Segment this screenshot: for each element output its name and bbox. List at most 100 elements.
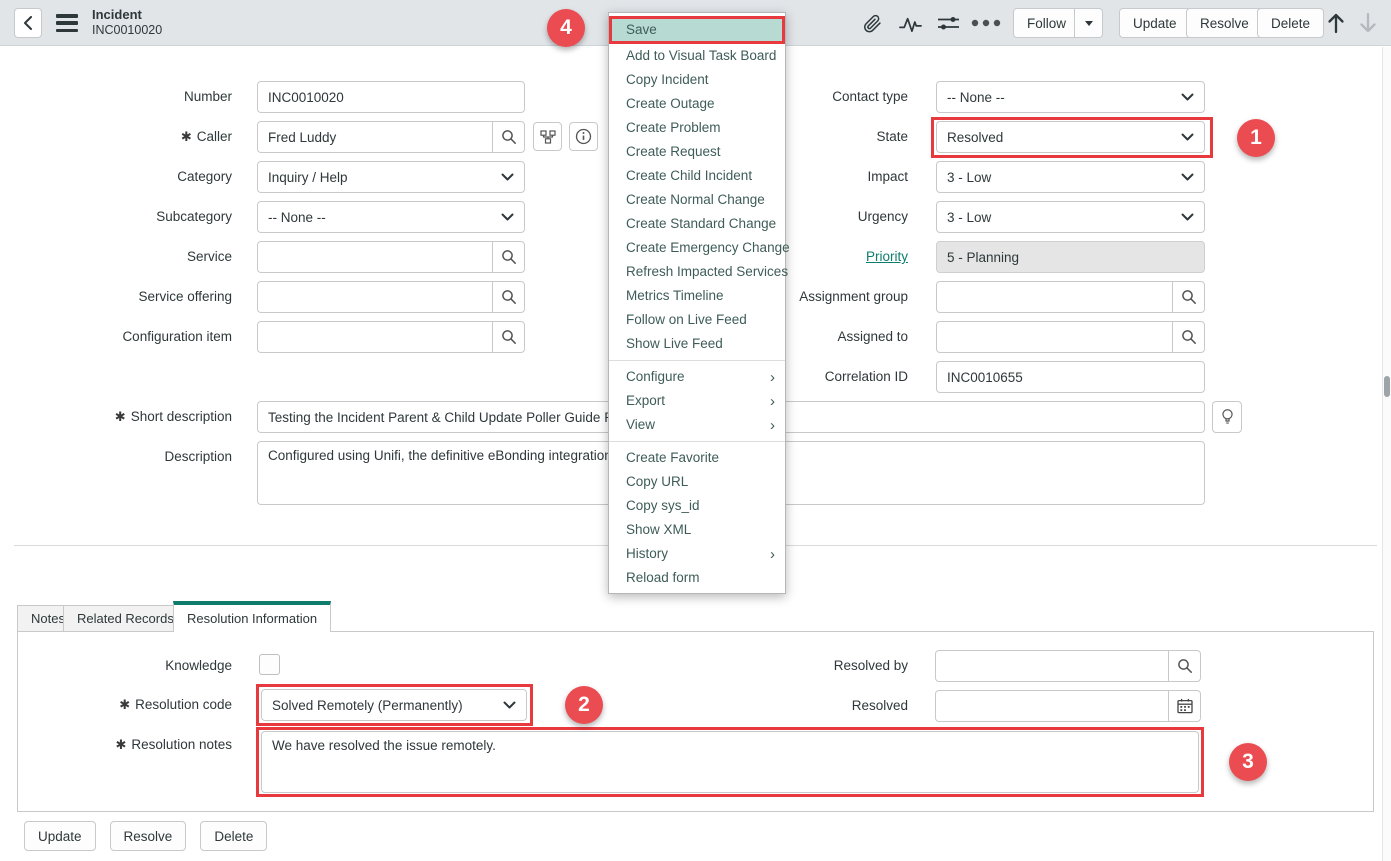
contact-type-select[interactable]: -- None -- xyxy=(936,81,1205,113)
configuration-item-input[interactable] xyxy=(258,322,492,352)
menu-item-show-live-feed[interactable]: Show Live Feed xyxy=(609,332,785,356)
caller-hierarchy-button[interactable] xyxy=(533,122,562,151)
resolution-notes-textarea[interactable]: We have resolved the issue remotely. xyxy=(261,731,1199,793)
priority-link[interactable]: Priority xyxy=(866,249,908,264)
service-offering-lookup-button[interactable] xyxy=(492,282,524,312)
menu-item-create-request[interactable]: Create Request xyxy=(609,140,785,164)
tab-related-records[interactable]: Related Records xyxy=(63,605,188,632)
follow-dropdown-button[interactable] xyxy=(1075,8,1103,38)
short-description-label: ✱Short description xyxy=(14,409,232,425)
activity-stream-button[interactable] xyxy=(891,8,929,38)
caller-lookup-button[interactable] xyxy=(492,122,524,152)
annotation-circle-2: 2 xyxy=(565,686,603,724)
suggestion-button[interactable] xyxy=(1212,401,1242,433)
header-icon-row xyxy=(853,8,1005,38)
follow-button[interactable]: Follow xyxy=(1013,8,1075,38)
correlation-id-input[interactable] xyxy=(936,361,1205,393)
menu-item-reload-form[interactable]: Reload form xyxy=(609,566,785,590)
org-chart-icon xyxy=(540,130,556,144)
header-delete-button[interactable]: Delete xyxy=(1257,8,1324,38)
footer-resolve-button[interactable]: Resolve xyxy=(110,821,187,851)
attachment-button[interactable] xyxy=(853,8,891,38)
menu-item-add-to-visual-task-board[interactable]: Add to Visual Task Board xyxy=(609,44,785,68)
category-label: Category xyxy=(14,169,232,184)
search-icon xyxy=(501,249,517,265)
resolved-input[interactable] xyxy=(936,691,1168,721)
required-asterisk: ✱ xyxy=(119,697,130,712)
resolution-code-select[interactable]: Solved Remotely (Permanently) xyxy=(261,689,527,721)
menu-item-history[interactable]: History› xyxy=(609,542,785,566)
menu-item-copy-incident[interactable]: Copy Incident xyxy=(609,68,785,92)
caller-preview-button[interactable] xyxy=(569,122,598,151)
scrollbar-track xyxy=(1382,47,1391,861)
more-options-button[interactable] xyxy=(967,8,1005,38)
menu-item-save[interactable]: Save xyxy=(609,16,785,44)
menu-item-create-outage[interactable]: Create Outage xyxy=(609,92,785,116)
configuration-item-lookup-button[interactable] xyxy=(492,322,524,352)
search-icon xyxy=(1177,658,1193,674)
resolved-date-field xyxy=(935,690,1201,722)
caret-down-icon xyxy=(1085,21,1093,26)
service-lookup-button[interactable] xyxy=(492,242,524,272)
menu-item-view[interactable]: View› xyxy=(609,413,785,437)
scrollbar-thumb[interactable] xyxy=(1384,376,1390,397)
sliders-icon xyxy=(937,14,960,33)
menu-item-create-child-incident[interactable]: Create Child Incident xyxy=(609,164,785,188)
knowledge-checkbox[interactable] xyxy=(259,654,280,675)
arrow-down-icon xyxy=(1358,12,1378,34)
menu-item-metrics-timeline[interactable]: Metrics Timeline xyxy=(609,284,785,308)
menu-item-configure[interactable]: Configure› xyxy=(609,365,785,389)
assignment-group-lookup-button[interactable] xyxy=(1172,282,1204,312)
urgency-select[interactable]: 3 - Low xyxy=(936,201,1205,233)
menu-item-show-xml[interactable]: Show XML xyxy=(609,518,785,542)
personalize-form-button[interactable] xyxy=(929,8,967,38)
menu-item-export[interactable]: Export› xyxy=(609,389,785,413)
previous-record-button[interactable] xyxy=(1320,8,1352,38)
service-offering-reference-field xyxy=(257,281,525,313)
number-input[interactable] xyxy=(257,81,525,113)
footer-update-button[interactable]: Update xyxy=(24,821,96,851)
menu-item-create-standard-change[interactable]: Create Standard Change xyxy=(609,212,785,236)
assigned-to-input[interactable] xyxy=(937,322,1172,352)
state-select[interactable]: Resolved xyxy=(936,121,1205,153)
menu-item-refresh-impacted-services[interactable]: Refresh Impacted Services xyxy=(609,260,785,284)
assignment-group-reference-field xyxy=(936,281,1205,313)
tab-resolution-information[interactable]: Resolution Information xyxy=(173,601,331,632)
info-icon xyxy=(575,128,592,145)
required-asterisk: ✱ xyxy=(116,737,127,752)
resolved-by-lookup-button[interactable] xyxy=(1168,651,1200,681)
service-input[interactable] xyxy=(258,242,492,272)
back-button[interactable] xyxy=(14,8,42,38)
form-context-menu-icon[interactable] xyxy=(56,14,78,32)
menu-item-follow-on-live-feed[interactable]: Follow on Live Feed xyxy=(609,308,785,332)
impact-select[interactable]: 3 - Low xyxy=(936,161,1205,193)
assignment-group-input[interactable] xyxy=(937,282,1172,312)
header-resolve-button[interactable]: Resolve xyxy=(1186,8,1263,38)
menu-item-create-favorite[interactable]: Create Favorite xyxy=(609,446,785,470)
ellipsis-icon xyxy=(971,19,1001,27)
search-icon xyxy=(1181,329,1197,345)
subcategory-select[interactable]: -- None -- xyxy=(257,201,525,233)
page-title: Incident xyxy=(92,7,142,23)
assigned-to-lookup-button[interactable] xyxy=(1172,322,1204,352)
menu-item-copy-sys-id[interactable]: Copy sys_id xyxy=(609,494,785,518)
menu-item-create-problem[interactable]: Create Problem xyxy=(609,116,785,140)
menu-item-create-emergency-change[interactable]: Create Emergency Change xyxy=(609,236,785,260)
menu-divider xyxy=(609,360,785,361)
service-offering-input[interactable] xyxy=(258,282,492,312)
caller-input[interactable] xyxy=(258,122,492,152)
priority-readonly-field: 5 - Planning xyxy=(936,241,1205,273)
incident-form-page: Incident INC0010020 xyxy=(0,0,1391,861)
number-label: Number xyxy=(14,89,232,104)
resolved-by-input[interactable] xyxy=(936,651,1168,681)
menu-item-create-normal-change[interactable]: Create Normal Change xyxy=(609,188,785,212)
menu-item-copy-url[interactable]: Copy URL xyxy=(609,470,785,494)
header-update-button[interactable]: Update xyxy=(1119,8,1191,38)
follow-split-button: Follow xyxy=(1013,8,1103,38)
resolved-calendar-button[interactable] xyxy=(1168,691,1200,721)
footer-delete-button[interactable]: Delete xyxy=(200,821,267,851)
next-record-button[interactable] xyxy=(1352,8,1384,38)
resolved-by-label: Resolved by xyxy=(690,658,908,673)
resolved-by-reference-field xyxy=(935,650,1201,682)
category-select[interactable]: Inquiry / Help xyxy=(257,161,525,193)
